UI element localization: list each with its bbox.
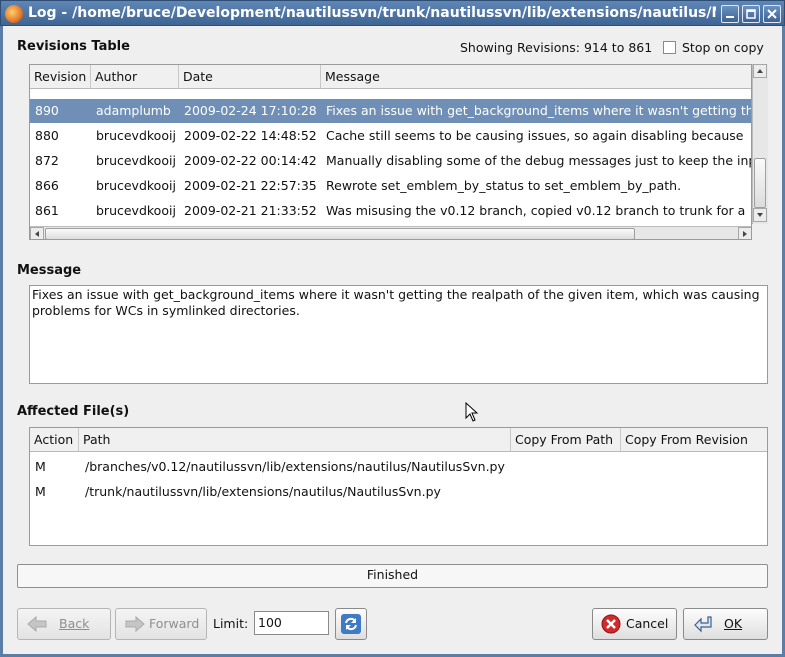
revisions-col-author[interactable]: Author [91,65,179,89]
title-bar[interactable]: Log - /home/bruce/Development/nautilussv… [0,0,785,26]
files-col-path[interactable]: Path [79,428,511,452]
affected-files-section-title: Affected File(s) [17,404,130,419]
cancel-button[interactable]: Cancel [592,608,677,640]
author-cell: brucevdkooij [96,128,176,143]
files-col-action[interactable]: Action [30,428,79,452]
showing-revisions-text: Showing Revisions: 914 to 861 [460,40,653,55]
affected-files-table[interactable]: Action Path Copy From Path Copy From Rev… [29,427,768,546]
log-window-content: Revisions Table Showing Revisions: 914 t… [3,26,782,654]
message-cell: Was misusing the v0.12 branch, copied v0… [326,203,746,218]
revision-cell: 872 [35,153,59,168]
revision-row[interactable]: 872 brucevdkooij 2009-02-22 00:14:42 Man… [30,149,752,173]
path-cell: /trunk/nautilussvn/lib/extensions/nautil… [85,484,441,499]
date-cell: 2009-02-21 22:57:35 [184,178,317,193]
scroll-down-icon[interactable] [753,208,767,222]
author-cell: adamplumb [96,103,171,118]
revisions-col-revision[interactable]: Revision [30,65,91,89]
cancel-red-x-icon [601,614,623,645]
status-bar: Finished [17,564,768,588]
back-arrow-icon [26,614,48,645]
forward-button-label: Forward [149,616,200,631]
ok-button[interactable]: OK [683,608,768,640]
message-text-area[interactable]: Fixes an issue with get_background_items… [29,285,768,384]
minimize-icon[interactable] [721,5,739,23]
limit-label: Limit: [213,616,249,631]
maximize-icon[interactable] [742,5,760,23]
scroll-left-icon[interactable] [30,227,44,239]
message-cell: Cache still seems to be causing issues, … [326,128,744,143]
mouse-pointer-icon [465,401,479,425]
file-row[interactable]: M /branches/v0.12/nautilussvn/lib/extens… [30,455,767,479]
author-cell: brucevdkooij [96,178,176,193]
revision-cell: 880 [35,128,59,143]
refresh-icon [341,614,361,645]
limit-input[interactable]: 100 [254,611,329,635]
date-cell: 2009-02-21 21:33:52 [184,203,317,218]
date-cell: 2009-02-24 17:10:28 [184,103,317,118]
revisions-table[interactable]: Revision Author Date Message 890 adamplu… [29,64,752,240]
scroll-up-icon[interactable] [753,64,767,78]
cancel-button-label: Cancel [626,616,669,631]
author-cell: brucevdkooij [96,153,176,168]
horizontal-scroll-thumb[interactable] [45,228,635,239]
refresh-button[interactable] [335,608,367,640]
author-cell: brucevdkooij [96,203,176,218]
forward-arrow-icon [124,614,146,645]
stop-on-copy-checkbox[interactable] [663,41,676,54]
revisions-col-message[interactable]: Message [321,65,751,89]
message-cell: Fixes an issue with get_background_items… [326,103,751,118]
path-cell: /branches/v0.12/nautilussvn/lib/extensio… [85,459,505,474]
revision-cell: 861 [35,203,59,218]
revision-cell: 890 [35,103,59,118]
back-button[interactable]: Back [17,608,111,640]
window-title: Log - /home/bruce/Development/nautilussv… [28,5,716,21]
forward-button[interactable]: Forward [115,608,207,640]
revision-row[interactable]: 866 brucevdkooij 2009-02-21 22:57:35 Rew… [30,174,751,198]
vertical-scroll-thumb[interactable] [754,158,766,208]
revisions-horizontal-scrollbar[interactable] [30,226,751,239]
message-cell: Rewrote set_emblem_by_status to set_embl… [326,178,682,193]
files-col-copy-from-revision[interactable]: Copy From Revision [621,428,767,452]
revisions-col-date[interactable]: Date [179,65,321,89]
close-icon[interactable] [763,5,781,23]
action-cell: M [35,484,46,499]
date-cell: 2009-02-22 00:14:42 [184,153,317,168]
revision-row[interactable]: 861 brucevdkooij 2009-02-21 21:33:52 Was… [30,199,751,223]
ok-button-label: OK [724,616,743,631]
app-icon [5,5,23,23]
revision-row[interactable]: 880 brucevdkooij 2009-02-22 14:48:52 Cac… [30,124,751,148]
back-button-label: Back [59,616,90,631]
scroll-right-icon[interactable] [738,227,751,239]
ok-return-arrow-icon [692,614,714,645]
file-row[interactable]: M /trunk/nautilussvn/lib/extensions/naut… [30,480,767,504]
revisions-section-title: Revisions Table [17,39,130,54]
stop-on-copy-label[interactable]: Stop on copy [682,40,764,55]
message-cell: Manually disabling some of the debug mes… [326,153,752,168]
revision-row[interactable]: 890 adamplumb 2009-02-24 17:10:28 Fixes … [30,99,751,123]
action-cell: M [35,459,46,474]
revision-cell: 866 [35,178,59,193]
revisions-vertical-scrollbar[interactable] [752,64,768,224]
date-cell: 2009-02-22 14:48:52 [184,128,317,143]
files-col-copy-from-path[interactable]: Copy From Path [511,428,621,452]
message-section-title: Message [17,263,82,278]
